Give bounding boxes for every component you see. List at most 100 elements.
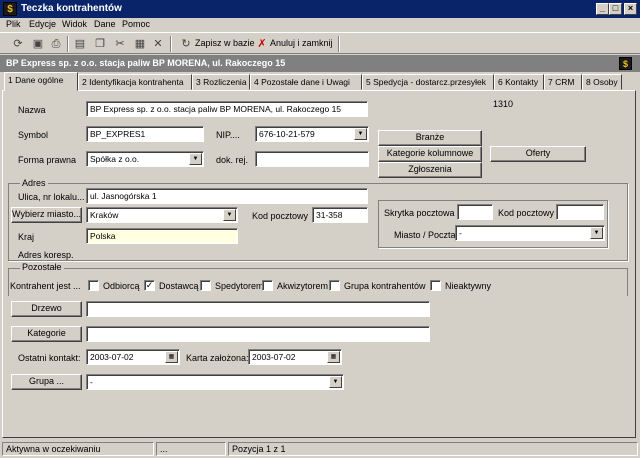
- categories-button[interactable]: Kategorie kolumnowe: [378, 146, 482, 162]
- chevron-down-icon[interactable]: ▼: [590, 227, 603, 239]
- street-input[interactable]: ul. Jasnogórska 1: [86, 188, 368, 204]
- menu-pomoc[interactable]: Pomoc: [122, 19, 150, 29]
- record-id: 1310: [493, 99, 514, 109]
- checkbox-dostawca-label: Dostawcą: [159, 281, 199, 291]
- last-contact-input[interactable]: 2003-07-02 ▦: [86, 349, 180, 365]
- card-created-input[interactable]: 2003-07-02 ▦: [248, 349, 342, 365]
- cut-icon[interactable]: ✂: [112, 36, 128, 52]
- checkbox-grupa[interactable]: [329, 280, 340, 291]
- status-position: Pozycja 1 z 1: [228, 442, 638, 456]
- menu-edycje[interactable]: Edycje: [29, 19, 56, 29]
- tab-kontakty[interactable]: 6 Kontakty: [494, 74, 544, 90]
- category-input[interactable]: [86, 326, 430, 342]
- postal-label: Kod pocztowy: [252, 211, 309, 221]
- city-select[interactable]: Kraków ▼: [86, 207, 238, 223]
- checkbox-spedytor-label: Spedytorem: [215, 281, 264, 291]
- title-bar[interactable]: $ Teczka kontrahentów _ □ ×: [0, 0, 640, 18]
- pobox-postal-label: Kod pocztowy: [498, 208, 555, 218]
- menu-widok[interactable]: Widok: [62, 19, 87, 29]
- minimize-button[interactable]: _: [596, 3, 609, 15]
- toolbar-separator: [67, 36, 69, 52]
- tab-identyfikacja[interactable]: 2 Identyfikacja kontrahenta: [78, 74, 192, 90]
- calendar-icon[interactable]: ▦: [327, 351, 340, 363]
- city-value: Kraków: [90, 210, 119, 220]
- save-disk-icon[interactable]: ▣: [30, 36, 46, 52]
- branze-button[interactable]: Branże: [378, 130, 482, 146]
- checkbox-grupa-label: Grupa kontrahentów: [344, 281, 426, 291]
- toolbar: ⟳ ▣ ⎙ ▤ ❐ ✂ ▦ ✕ ↻ Zapisz w bazie ✗ Anulu…: [0, 32, 640, 54]
- choose-city-button[interactable]: Wybierz miasto...: [11, 207, 82, 223]
- close-button[interactable]: ×: [624, 3, 637, 15]
- cancel-button[interactable]: Anuluj i zamknij: [270, 38, 333, 48]
- city-post-label: Miasto / Poczta: [394, 230, 456, 240]
- checkbox-nieaktywny-label: Nieaktywny: [445, 281, 492, 291]
- checkbox-akwizytor-label: Akwizytorem: [277, 281, 329, 291]
- symbol-label: Symbol: [18, 130, 49, 140]
- checkbox-nieaktywny[interactable]: [430, 280, 441, 291]
- corr-address-label: Adres koresp.: [18, 250, 74, 260]
- menu-plik[interactable]: Plik: [6, 19, 21, 29]
- nip-label: NIP....: [216, 130, 240, 140]
- copy-icon[interactable]: ❐: [92, 36, 108, 52]
- legal-form-label: Forma prawna: [18, 155, 77, 165]
- country-input[interactable]: Polska: [86, 228, 238, 244]
- pobox-input[interactable]: [457, 204, 493, 220]
- doc-input[interactable]: [255, 151, 369, 167]
- offers-button[interactable]: Oferty: [490, 146, 586, 162]
- chevron-down-icon[interactable]: ▼: [189, 153, 202, 165]
- refresh-icon[interactable]: ⟳: [10, 36, 26, 52]
- tab-rozliczenia[interactable]: 3 Rozliczenia: [192, 74, 250, 90]
- save-icon[interactable]: ↻: [178, 36, 194, 52]
- record-title: BP Express sp. z o.o. stacja paliw BP MO…: [6, 58, 286, 68]
- chevron-down-icon[interactable]: ▼: [354, 128, 367, 140]
- symbol-input[interactable]: BP_EXPRES1: [86, 126, 204, 142]
- tab-pozostale-dane[interactable]: 4 Pozostałe dane i Uwagi: [250, 74, 362, 90]
- checkbox-akwizytor[interactable]: [262, 280, 273, 291]
- app-icon: $: [619, 57, 632, 70]
- status-state: Aktywna w oczekiwaniu: [2, 442, 154, 456]
- chevron-down-icon[interactable]: ▼: [329, 376, 342, 388]
- toolbar-separator: [170, 36, 172, 52]
- status-extra: ...: [156, 442, 226, 456]
- other-group-title: Pozostałe: [20, 262, 64, 272]
- menu-dane[interactable]: Dane: [94, 19, 116, 29]
- tab-spedycja[interactable]: 5 Spedycja - dostarcz.przesyłek: [362, 74, 494, 90]
- address-group-title: Adres: [20, 178, 48, 188]
- card-created-value: 2003-07-02: [252, 352, 296, 362]
- contractor-is-label: Kontrahent jest ...: [10, 281, 81, 291]
- delete-icon[interactable]: ✕: [150, 36, 166, 52]
- nip-select[interactable]: 676-10-21-579 ▼: [255, 126, 369, 142]
- paste-icon[interactable]: ▦: [132, 36, 148, 52]
- cancel-icon[interactable]: ✗: [254, 36, 270, 52]
- name-label: Nazwa: [18, 105, 46, 115]
- tab-dane-ogolne[interactable]: 1 Dane ogólne: [4, 72, 78, 91]
- chevron-down-icon[interactable]: ▼: [223, 209, 236, 221]
- reports-button[interactable]: Zgłoszenia: [378, 162, 482, 178]
- calendar-icon[interactable]: ▦: [165, 351, 178, 363]
- checkbox-odbiorca[interactable]: [88, 280, 99, 291]
- legal-form-select[interactable]: Spółka z o.o. ▼: [86, 151, 204, 167]
- record-header: BP Express sp. z o.o. stacja paliw BP MO…: [0, 55, 640, 72]
- group-button[interactable]: Grupa ...: [11, 374, 82, 390]
- last-contact-value: 2003-07-02: [90, 352, 134, 362]
- tab-crm[interactable]: 7 CRM: [544, 74, 582, 90]
- print-icon[interactable]: ⎙: [48, 36, 64, 52]
- category-button[interactable]: Kategorie: [11, 326, 82, 342]
- maximize-button[interactable]: □: [609, 3, 622, 15]
- checkbox-dostawca[interactable]: ✓: [144, 280, 155, 291]
- tree-button[interactable]: Drzewo: [11, 301, 82, 317]
- pobox-postal-input[interactable]: [556, 204, 604, 220]
- tree-input[interactable]: [86, 301, 430, 317]
- checkbox-odbiorca-label: Odbiorcą: [103, 281, 140, 291]
- street-label: Ulica, nr lokalu...: [18, 192, 85, 202]
- city-post-select[interactable]: - ▼: [455, 225, 605, 241]
- card-created-label: Karta założona:: [186, 353, 249, 363]
- group-select[interactable]: - ▼: [86, 374, 344, 390]
- checkbox-spedytor[interactable]: [200, 280, 211, 291]
- name-input[interactable]: BP Express sp. z o.o. stacja paliw BP MO…: [86, 101, 368, 117]
- properties-icon[interactable]: ▤: [72, 36, 88, 52]
- doc-label: dok. rej.: [216, 155, 249, 165]
- postal-input[interactable]: 31-358: [312, 207, 368, 223]
- tab-osoby[interactable]: 8 Osoby: [582, 74, 622, 90]
- save-button[interactable]: Zapisz w bazie: [195, 38, 255, 48]
